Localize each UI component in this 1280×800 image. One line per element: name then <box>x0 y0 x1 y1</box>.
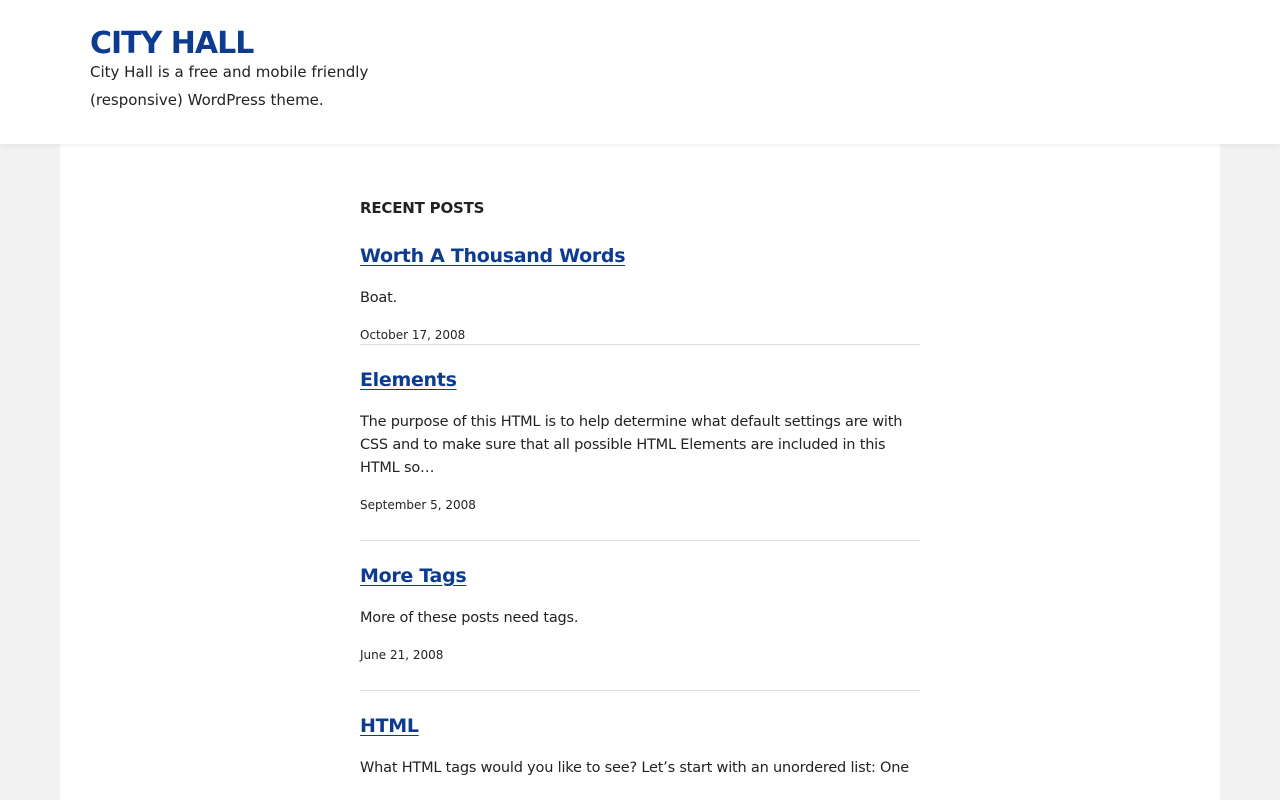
site-description: City Hall is a free and mobile friendly … <box>90 63 369 109</box>
post-item: HTML What HTML tags would you like to se… <box>360 691 920 780</box>
post-date: October 17, 2008 <box>360 328 466 342</box>
post-item: Elements The purpose of this HTML is to … <box>360 345 920 541</box>
content-panel: RECENT POSTS Worth A Thousand Words Boat… <box>60 144 1220 800</box>
post-excerpt: Boat. <box>360 290 397 306</box>
post-title-link[interactable]: More Tags <box>360 563 467 589</box>
post-item: More Tags More of these posts need tags.… <box>360 541 920 691</box>
post-date: September 5, 2008 <box>360 498 476 512</box>
post-excerpt: What HTML tags would you like to see? Le… <box>360 760 909 776</box>
post-item: Worth A Thousand Words Boat. October 17,… <box>360 220 920 345</box>
post-date: June 21, 2008 <box>360 648 444 662</box>
site-header: CITY HALL City Hall is a free and mobile… <box>0 0 1280 144</box>
post-title-link[interactable]: Elements <box>360 367 457 393</box>
post-excerpt: More of these posts need tags. <box>360 610 579 626</box>
post-title-link[interactable]: HTML <box>360 713 419 739</box>
post-excerpt: The purpose of this HTML is to help dete… <box>360 414 903 476</box>
recent-posts-section: RECENT POSTS Worth A Thousand Words Boat… <box>360 196 920 780</box>
post-title-link[interactable]: Worth A Thousand Words <box>360 243 626 269</box>
recent-posts-heading: RECENT POSTS <box>360 199 485 217</box>
